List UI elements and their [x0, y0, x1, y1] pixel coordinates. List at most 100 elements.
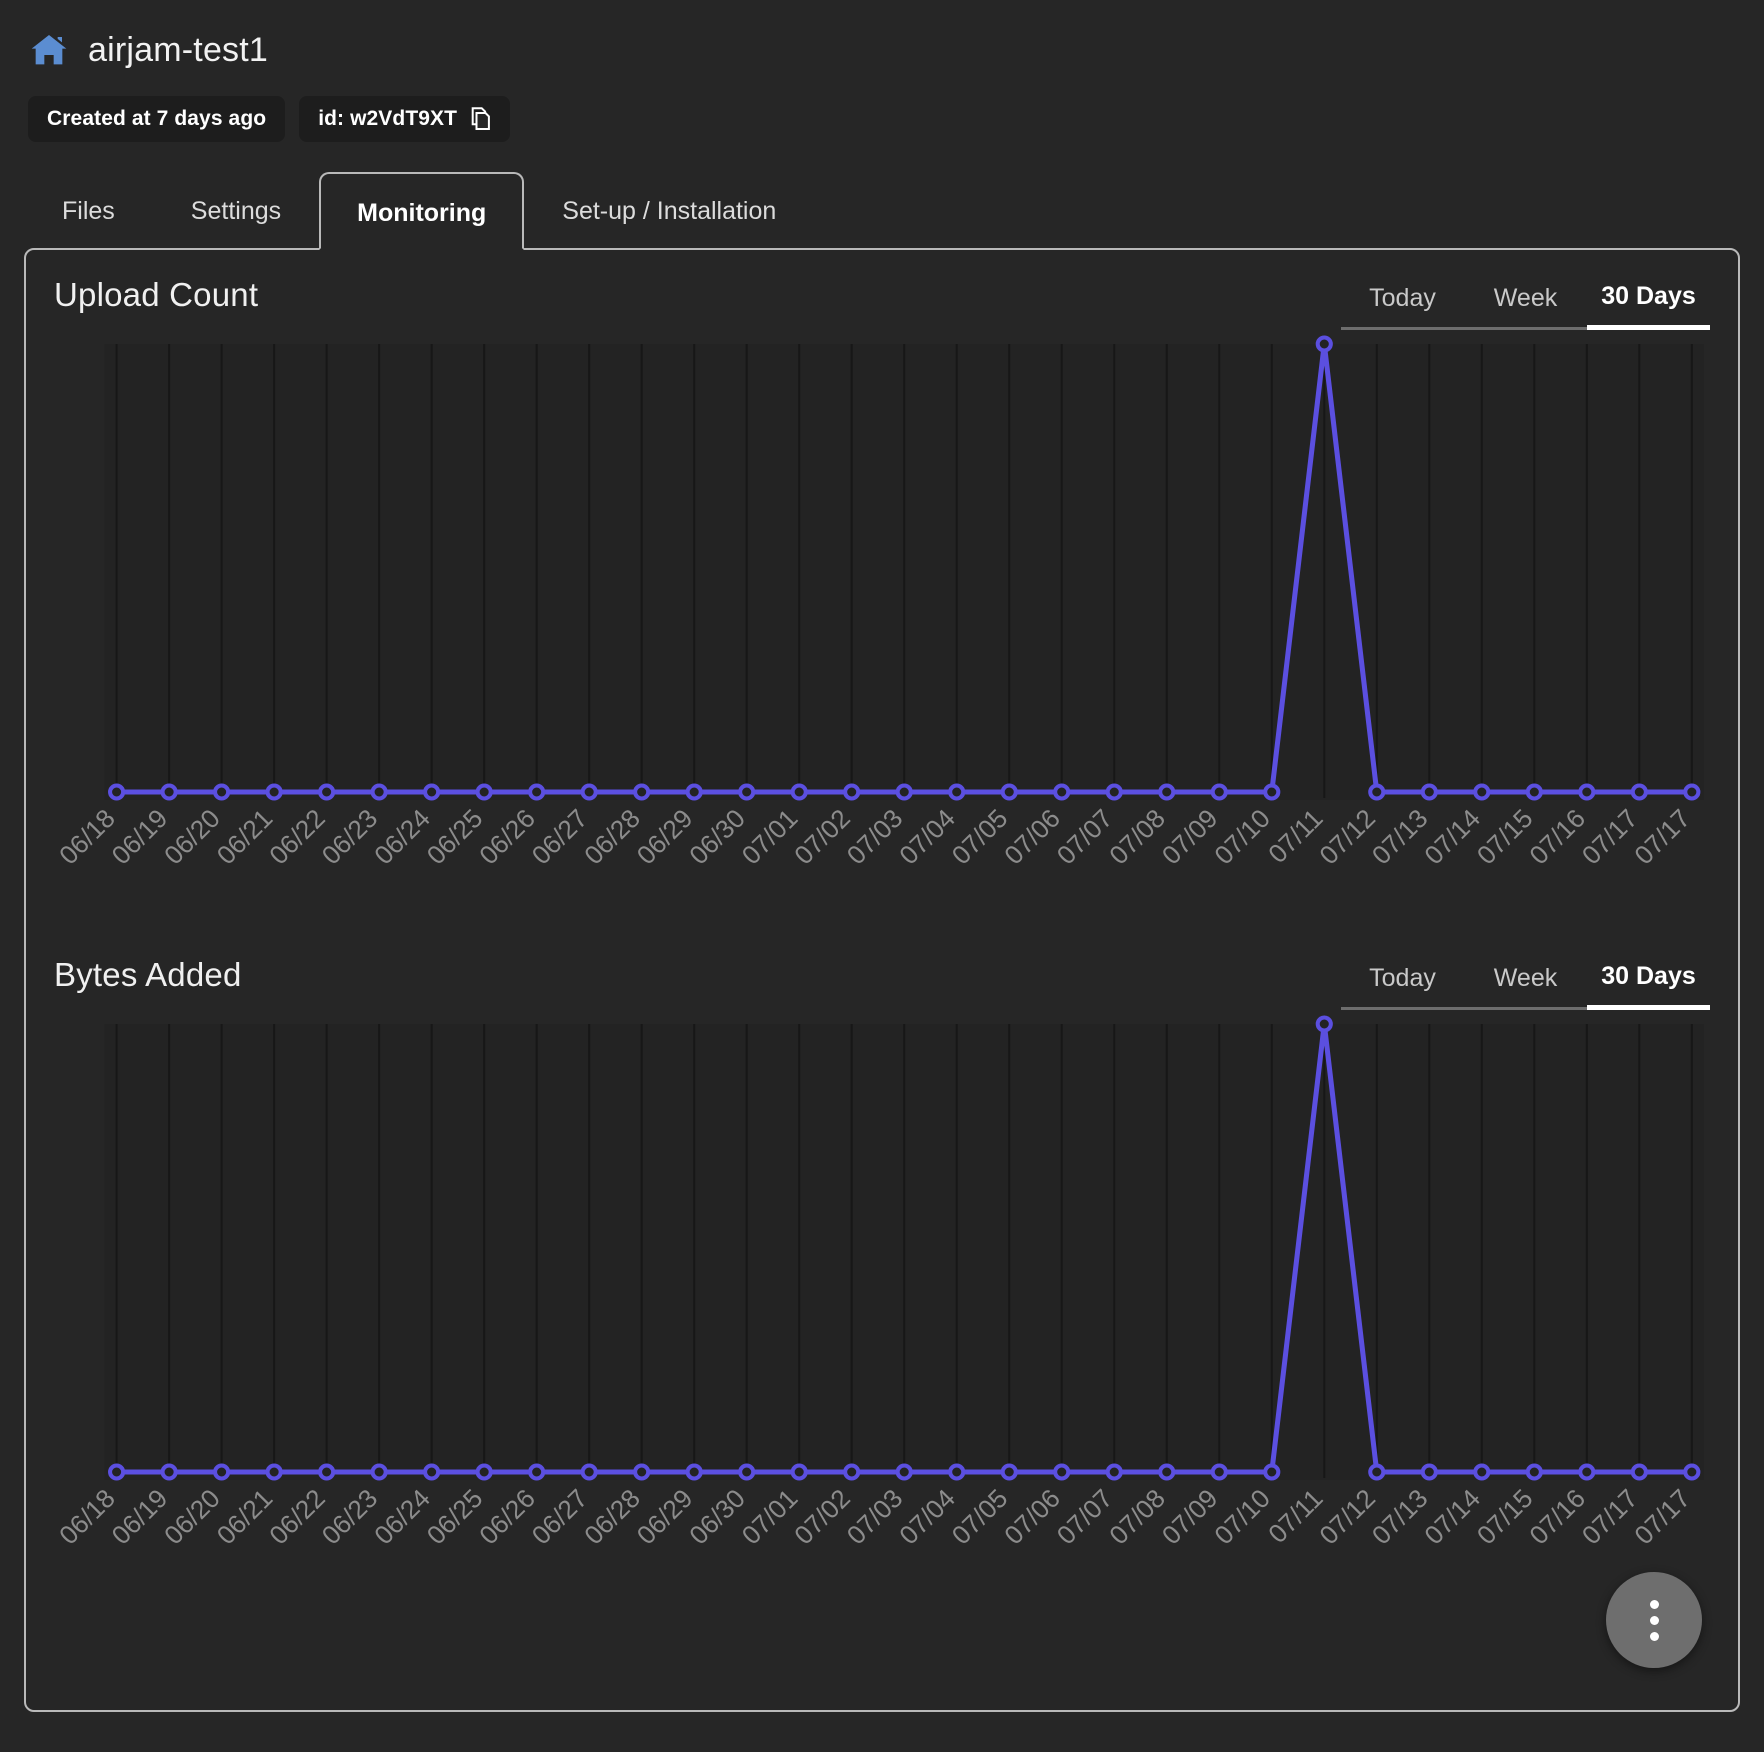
bytes-added-chart-block: Bytes Added Today Week 30 Days 06/18 06/1…	[26, 930, 1738, 1610]
svg-text:06/25: 06/25	[421, 803, 489, 870]
tab-settings[interactable]: Settings	[153, 170, 319, 248]
created-at-label: Created at 7 days ago	[47, 107, 267, 130]
svg-text:06/24: 06/24	[368, 1483, 436, 1550]
upload-count-plot: 06/18 06/19 06/20 06/21 06/22 06/23 06/24 06/25…	[54, 330, 1710, 930]
copy-icon[interactable]	[470, 107, 491, 131]
svg-text:06/28: 06/28	[578, 803, 646, 870]
svg-text:07/14: 07/14	[1418, 1483, 1486, 1550]
svg-text:07/15: 07/15	[1471, 803, 1539, 870]
project-id-chip[interactable]: id: w2VdT9XT	[299, 96, 511, 142]
svg-text:06/22: 06/22	[263, 1483, 331, 1550]
three-dots-vertical-icon	[1649, 1599, 1659, 1609]
svg-text:06/24: 06/24	[368, 803, 436, 870]
svg-text:07/10: 07/10	[1208, 803, 1276, 870]
svg-text:07/13: 07/13	[1366, 803, 1434, 870]
svg-text:07/17: 07/17	[1576, 1483, 1644, 1550]
svg-text:07/03: 07/03	[841, 1483, 909, 1550]
svg-text:07/17: 07/17	[1628, 1483, 1696, 1550]
svg-text:06/29: 06/29	[631, 1483, 699, 1550]
svg-text:07/05: 07/05	[946, 1483, 1014, 1550]
tab-monitoring[interactable]: Monitoring	[319, 172, 525, 250]
svg-text:06/30: 06/30	[683, 803, 751, 870]
svg-text:06/23: 06/23	[316, 1483, 384, 1550]
title-row: airjam-test1	[28, 22, 1764, 78]
svg-text:06/21: 06/21	[211, 803, 279, 870]
three-dots-vertical-icon-dot3	[1649, 1631, 1659, 1641]
svg-text:07/09: 07/09	[1156, 803, 1224, 870]
svg-text:07/17: 07/17	[1628, 803, 1696, 870]
svg-text:07/17: 07/17	[1576, 803, 1644, 870]
svg-text:07/08: 07/08	[1103, 1483, 1171, 1550]
svg-text:07/04: 07/04	[893, 803, 961, 870]
svg-text:07/02: 07/02	[788, 803, 856, 870]
monitoring-panel: Upload Count Today Week 30 Days 06/18 06/…	[24, 248, 1740, 1712]
metadata-chips: Created at 7 days ago id: w2VdT9XT	[28, 96, 1764, 142]
page-header: airjam-test1 Created at 7 days ago id: w…	[0, 0, 1764, 142]
tab-bar: Files Settings Monitoring Set-up / Insta…	[0, 170, 1764, 250]
svg-text:06/18: 06/18	[54, 1483, 121, 1550]
svg-text:06/18: 06/18	[54, 803, 121, 870]
range-today-bytes[interactable]: Today	[1341, 958, 1464, 1010]
svg-text:07/01: 07/01	[736, 803, 804, 870]
svg-text:06/26: 06/26	[473, 803, 541, 870]
svg-text:07/02: 07/02	[788, 1483, 856, 1550]
project-id-label: id: w2VdT9XT	[318, 107, 458, 130]
svg-text:07/15: 07/15	[1471, 1483, 1539, 1550]
upload-count-range-selector: Today Week 30 Days	[1341, 276, 1710, 330]
upload-count-chart-block: Upload Count Today Week 30 Days 06/18 06/…	[26, 250, 1738, 930]
home-icon[interactable]	[28, 30, 70, 70]
svg-text:07/09: 07/09	[1156, 1483, 1224, 1550]
svg-text:07/13: 07/13	[1366, 1483, 1434, 1550]
svg-text:07/07: 07/07	[1051, 803, 1119, 870]
svg-text:07/11: 07/11	[1262, 1483, 1328, 1549]
range-week-upload[interactable]: Week	[1464, 278, 1587, 330]
svg-text:06/25: 06/25	[421, 1483, 489, 1550]
upload-count-header: Upload Count Today Week 30 Days	[54, 250, 1710, 330]
range-week-bytes[interactable]: Week	[1464, 958, 1587, 1010]
range-30days-bytes[interactable]: 30 Days	[1587, 956, 1710, 1010]
svg-text:07/16: 07/16	[1523, 1483, 1591, 1550]
svg-text:06/20: 06/20	[158, 803, 226, 870]
page-title: airjam-test1	[88, 31, 269, 69]
bytes-added-title: Bytes Added	[54, 956, 242, 993]
svg-text:06/28: 06/28	[578, 1483, 646, 1550]
created-at-chip: Created at 7 days ago	[28, 96, 286, 142]
range-30days-upload[interactable]: 30 Days	[1587, 276, 1710, 330]
svg-text:07/12: 07/12	[1313, 803, 1381, 870]
upload-count-svg: 06/1806/1906/2006/2106/2206/2306/2406/25…	[54, 335, 1704, 870]
svg-text:07/10: 07/10	[1208, 1483, 1276, 1550]
monitoring-page: airjam-test1 Created at 7 days ago id: w…	[0, 0, 1764, 1752]
svg-text:07/04: 07/04	[893, 1483, 961, 1550]
svg-text:06/26: 06/26	[473, 1483, 541, 1550]
bytes-added-svg: 06/1806/1906/2006/2106/2206/2306/2406/25…	[54, 1015, 1704, 1550]
svg-text:07/08: 07/08	[1103, 803, 1171, 870]
tab-files[interactable]: Files	[24, 170, 153, 248]
svg-text:07/11: 07/11	[1262, 803, 1328, 869]
svg-text:06/27: 06/27	[526, 1483, 594, 1550]
svg-text:06/23: 06/23	[316, 803, 384, 870]
tab-setup-installation[interactable]: Set-up / Installation	[524, 170, 814, 248]
more-options-fab[interactable]	[1606, 1572, 1702, 1668]
svg-text:07/06: 07/06	[998, 1483, 1066, 1550]
bytes-added-range-selector: Today Week 30 Days	[1341, 956, 1710, 1010]
bytes-added-header: Bytes Added Today Week 30 Days	[54, 930, 1710, 1010]
svg-text:07/01: 07/01	[736, 1483, 804, 1550]
svg-text:07/06: 07/06	[998, 803, 1066, 870]
svg-text:07/12: 07/12	[1313, 1483, 1381, 1550]
svg-text:06/30: 06/30	[683, 1483, 751, 1550]
svg-text:07/05: 07/05	[946, 803, 1014, 870]
svg-text:07/14: 07/14	[1418, 803, 1486, 870]
svg-text:06/19: 06/19	[106, 1483, 174, 1550]
svg-text:06/29: 06/29	[631, 803, 699, 870]
svg-text:06/27: 06/27	[526, 803, 594, 870]
svg-text:06/21: 06/21	[211, 1483, 279, 1550]
bytes-added-plot: 06/18 06/19 06/20 06/21 06/22 06/23 06/24 06/25…	[54, 1010, 1710, 1610]
svg-text:06/20: 06/20	[158, 1483, 226, 1550]
svg-text:06/19: 06/19	[106, 803, 174, 870]
upload-count-title: Upload Count	[54, 276, 259, 313]
svg-text:07/07: 07/07	[1051, 1483, 1119, 1550]
svg-text:07/16: 07/16	[1523, 803, 1591, 870]
svg-text:06/22: 06/22	[263, 803, 331, 870]
svg-text:07/03: 07/03	[841, 803, 909, 870]
range-today-upload[interactable]: Today	[1341, 278, 1464, 330]
